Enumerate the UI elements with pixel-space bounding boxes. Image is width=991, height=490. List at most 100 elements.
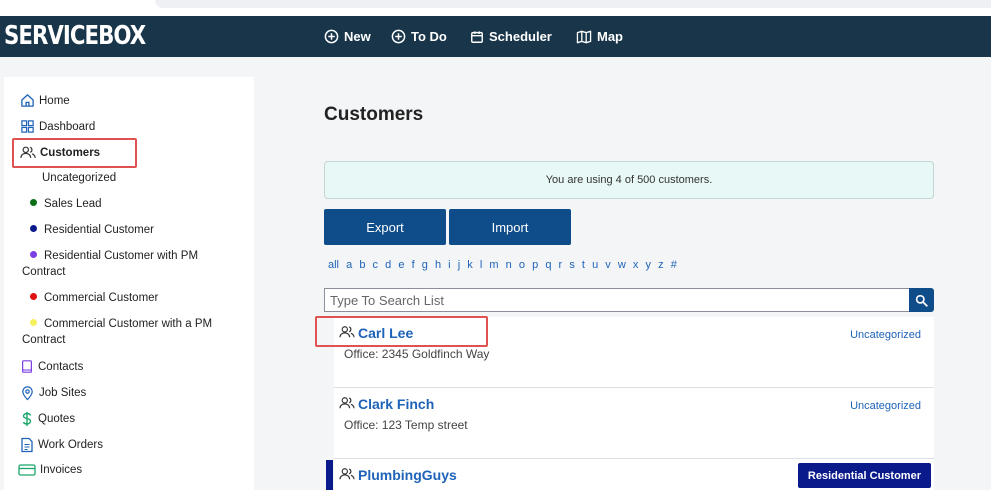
map-label: Map: [597, 29, 623, 44]
credit-card-icon: [18, 464, 36, 476]
sidebar-item-label: Work Orders: [38, 439, 103, 451]
category-sales-lead[interactable]: Sales Lead: [30, 196, 102, 212]
customer-category[interactable]: Uncategorized: [850, 400, 921, 412]
alphabet-letter[interactable]: j: [458, 259, 460, 271]
sidebar-item-invoices[interactable]: Invoices: [18, 463, 82, 477]
sidebar-item-job-sites[interactable]: Job Sites: [20, 385, 86, 401]
alphabet-letter[interactable]: c: [373, 259, 379, 271]
dollar-icon: [22, 412, 32, 426]
alphabet-letter[interactable]: all: [328, 259, 339, 271]
customer-office: Office: 2345 Goldfinch Way: [344, 347, 490, 361]
sidebar-item-label: Dashboard: [39, 120, 96, 133]
sidebar-item-quotes[interactable]: Quotes: [20, 411, 75, 427]
customer-name-link[interactable]: Carl Lee: [358, 325, 413, 341]
alphabet-letter[interactable]: i: [448, 259, 450, 271]
alphabet-letter[interactable]: #: [671, 259, 677, 271]
alphabet-letter[interactable]: q: [545, 259, 551, 271]
dashboard-icon: [21, 120, 34, 133]
book-icon: [22, 360, 32, 373]
category-uncategorized[interactable]: Uncategorized: [42, 170, 116, 186]
category-commercial[interactable]: Commercial Customer: [30, 290, 158, 306]
alphabet-letter[interactable]: v: [605, 259, 611, 271]
address-bar-fragment: [155, 0, 991, 8]
category-residential[interactable]: Residential Customer: [30, 222, 154, 238]
alphabet-letter[interactable]: x: [633, 259, 639, 271]
person-icon: [339, 326, 355, 338]
sidebar-item-label: Contacts: [38, 360, 84, 373]
calendar-icon: [471, 30, 483, 43]
export-button[interactable]: Export: [324, 209, 446, 245]
todo-label: To Do: [411, 29, 447, 44]
alphabet-letter[interactable]: o: [519, 259, 525, 271]
customer-name-link[interactable]: Clark Finch: [358, 396, 434, 412]
customer-name-link[interactable]: PlumbingGuys: [358, 467, 457, 483]
alphabet-letter[interactable]: l: [480, 259, 482, 271]
alphabet-letter[interactable]: m: [489, 259, 498, 271]
list-item[interactable]: Carl Lee Office: 2345 Goldfinch Way Unca…: [334, 317, 934, 388]
category-badge[interactable]: Residential Customer: [797, 463, 931, 488]
home-icon: [21, 94, 34, 107]
category-label: Uncategorized: [42, 172, 117, 184]
sidebar-item-dashboard[interactable]: Dashboard: [20, 119, 95, 134]
sidebar-item-label: Quotes: [38, 413, 76, 425]
alphabet-letter[interactable]: e: [398, 259, 404, 271]
app-logo[interactable]: SERVICEBOX: [4, 21, 146, 51]
customer-category[interactable]: Uncategorized: [850, 329, 921, 341]
search-icon: [915, 294, 928, 307]
alphabet-letter[interactable]: p: [532, 259, 538, 271]
category-commercial-pm[interactable]: Commercial Customer with a PM Contract: [22, 316, 222, 348]
list-item[interactable]: PlumbingGuys Residential Customer: [334, 459, 934, 490]
category-label: Sales Lead: [44, 198, 102, 210]
users-icon: [20, 146, 36, 158]
category-accent-bar: [326, 460, 333, 490]
category-residential-pm[interactable]: Residential Customer with PM Contract: [22, 248, 212, 280]
map-button[interactable]: Map: [576, 16, 623, 57]
alphabet-letter[interactable]: u: [592, 259, 598, 271]
alphabet-letter[interactable]: d: [385, 259, 391, 271]
import-button[interactable]: Import: [449, 209, 571, 245]
map-icon: [576, 30, 592, 43]
alphabet-letter[interactable]: h: [435, 259, 441, 271]
new-label: New: [344, 29, 371, 44]
alphabet-letter[interactable]: n: [506, 259, 512, 271]
scheduler-button[interactable]: Scheduler: [470, 16, 552, 57]
top-navigation-bar: SERVICEBOX New To Do Scheduler Map: [0, 16, 991, 57]
location-pin-icon: [22, 386, 33, 401]
category-label: Residential Customer: [44, 224, 154, 236]
alphabet-letter[interactable]: a: [346, 259, 352, 271]
sidebar-item-home[interactable]: Home: [20, 93, 70, 108]
alphabet-letter[interactable]: t: [582, 259, 585, 271]
list-item[interactable]: Clark Finch Office: 123 Temp street Unca…: [334, 388, 934, 459]
sidebar-item-contacts[interactable]: Contacts: [20, 359, 83, 374]
sidebar-item-label: Home: [39, 94, 70, 107]
new-button[interactable]: New: [324, 16, 371, 57]
todo-button[interactable]: To Do: [391, 16, 447, 57]
search-input[interactable]: [324, 288, 910, 312]
search-button[interactable]: [909, 288, 934, 312]
sidebar-item-work-orders[interactable]: Work Orders: [20, 437, 103, 453]
alphabet-letter[interactable]: f: [412, 259, 415, 271]
plus-circle-icon: [324, 29, 339, 44]
alphabet-letter[interactable]: w: [618, 259, 626, 271]
category-label: Residential Customer with PM Contract: [22, 250, 199, 278]
sidebar-item-label: Customers: [40, 146, 101, 159]
sidebar-item-customers[interactable]: Customers: [20, 145, 100, 160]
alphabet-letter[interactable]: b: [359, 259, 365, 271]
alphabet-letter[interactable]: y: [646, 259, 652, 271]
alphabet-letter[interactable]: r: [559, 259, 563, 271]
alphabet-filter: all a b c d e f g h i j k l m n o p q r s t u v w x y z #: [328, 259, 684, 271]
status-dot: [30, 251, 37, 258]
alphabet-letter[interactable]: g: [422, 259, 428, 271]
alphabet-letter[interactable]: s: [569, 259, 575, 271]
status-dot: [30, 319, 37, 326]
customer-office: Office: 123 Temp street: [344, 418, 468, 432]
category-label: Commercial Customer with a PM Contract: [22, 318, 213, 346]
sidebar-item-label: Invoices: [40, 464, 83, 476]
plus-circle-icon: [391, 29, 406, 44]
category-label: Commercial Customer: [44, 292, 159, 304]
alphabet-letter[interactable]: z: [658, 259, 664, 271]
alphabet-letter[interactable]: k: [467, 259, 473, 271]
status-dot: [30, 225, 37, 232]
status-dot: [30, 199, 37, 206]
person-icon: [339, 397, 355, 409]
